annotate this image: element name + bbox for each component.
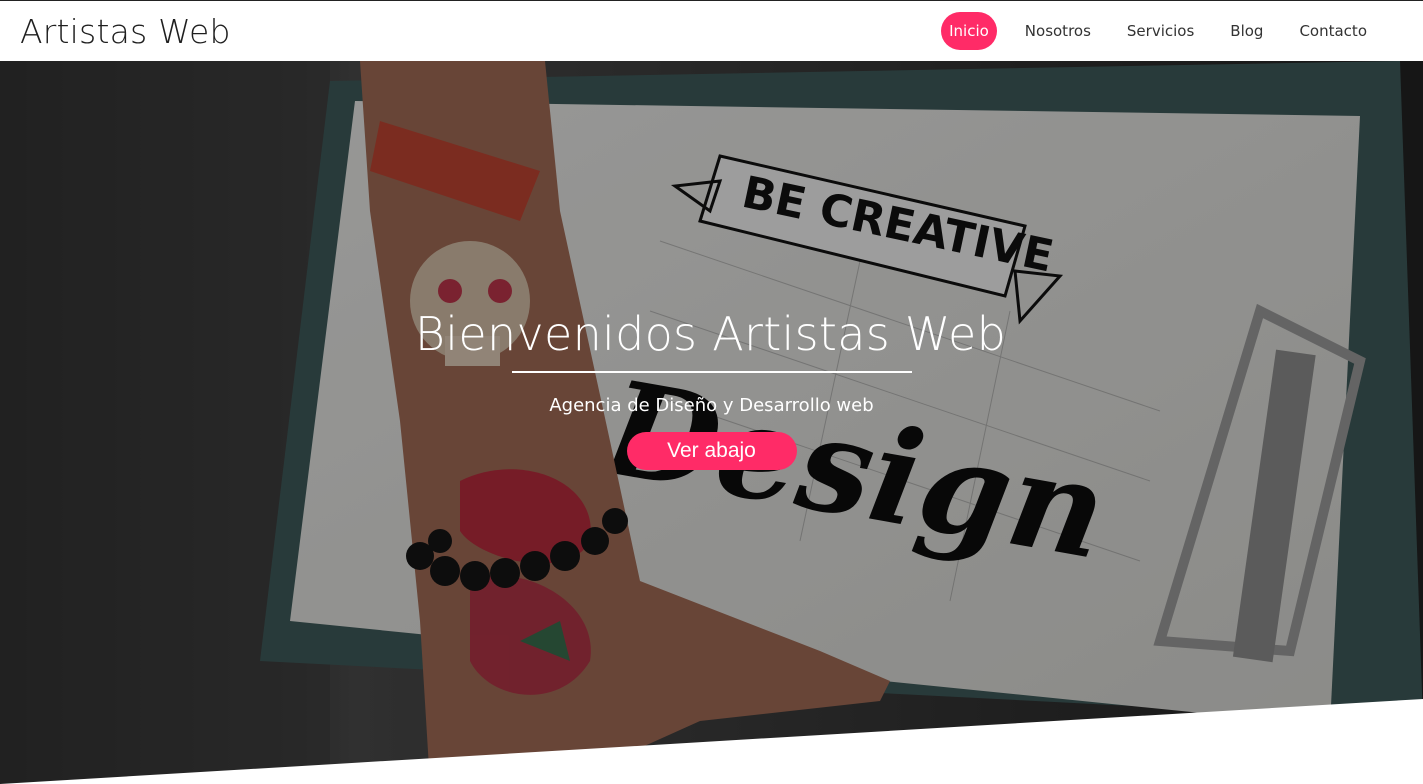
hero-section: BE CREATIVE Design Bienvenidos Artistas … — [0, 61, 1423, 784]
hero-divider — [511, 371, 912, 373]
site-header: Artistas Web Inicio Nosotros Servicios B… — [0, 0, 1423, 61]
main-nav: Inicio Nosotros Servicios Blog Contacto — [941, 12, 1385, 50]
nav-item-nosotros[interactable]: Nosotros — [1007, 13, 1109, 49]
nav-item-inicio[interactable]: Inicio — [941, 12, 997, 50]
hero-title: Bienvenidos Artistas Web — [414, 307, 1007, 361]
nav-item-contacto[interactable]: Contacto — [1281, 13, 1385, 49]
nav-item-blog[interactable]: Blog — [1212, 13, 1281, 49]
ver-abajo-button[interactable]: Ver abajo — [626, 432, 797, 470]
site-logo[interactable]: Artistas Web — [20, 12, 231, 51]
hero-subtitle: Agencia de Diseño y Desarrollo web — [549, 395, 874, 416]
nav-item-servicios[interactable]: Servicios — [1109, 13, 1212, 49]
hero-bottom-slant — [0, 699, 1423, 784]
hero-content: Bienvenidos Artistas Web Agencia de Dise… — [0, 307, 1423, 470]
